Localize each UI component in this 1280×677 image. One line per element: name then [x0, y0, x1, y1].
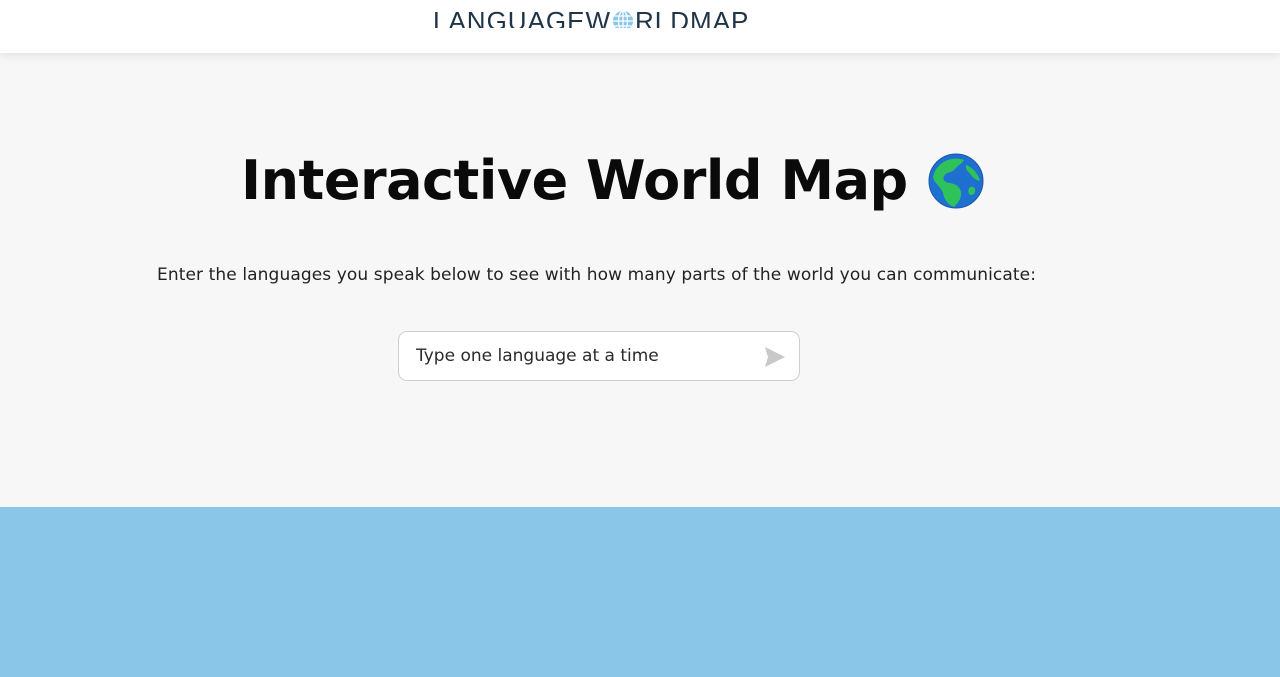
language-search-box	[398, 331, 800, 381]
logo-text-right: RLDMAP	[635, 6, 750, 28]
language-input[interactable]	[416, 332, 746, 380]
globe-grid-icon	[613, 10, 634, 28]
page-title: Interactive World Map	[241, 149, 908, 212]
world-map[interactable]	[0, 507, 1280, 677]
site-header: LANGUAGEW RLDMAP	[0, 0, 1280, 53]
send-icon[interactable]	[763, 345, 787, 369]
title-row: Interactive World Map	[241, 146, 984, 216]
site-logo[interactable]: LANGUAGEW RLDMAP	[433, 2, 749, 28]
logo-text-left: LANGUAGEW	[433, 6, 612, 28]
earth-africa-icon	[928, 153, 984, 209]
page-subtitle: Enter the languages you speak below to s…	[157, 265, 1037, 285]
hero-section: Interactive World Map Enter the language…	[0, 53, 1280, 507]
